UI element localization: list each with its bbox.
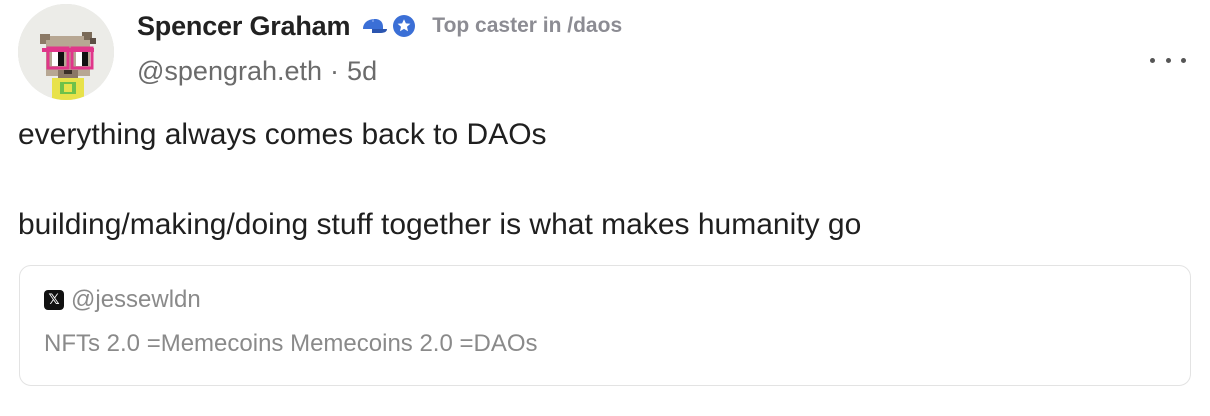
embed-header: 𝕏 @jessewldn: [44, 286, 201, 314]
post-header: Spencer Graham Top caster in /daos: [137, 8, 622, 44]
more-horizontal-icon: [1150, 57, 1155, 63]
cap-icon: [360, 17, 388, 35]
x-logo-icon: 𝕏: [44, 290, 64, 310]
post-text-line: everything always comes back to DAOs: [18, 118, 547, 151]
post-text-line: building/making/doing stuff together is …: [18, 208, 862, 241]
top-caster-badge[interactable]: Top caster in /daos: [432, 14, 622, 38]
post-subheader: @spengrah.eth · 5d: [137, 54, 377, 88]
verified-badge-icon: [392, 14, 416, 38]
embed-handle: @jessewldn: [71, 286, 201, 313]
more-options-button[interactable]: [1150, 48, 1186, 72]
post-timestamp[interactable]: 5d: [347, 56, 377, 87]
separator-dot: ·: [330, 55, 340, 86]
author-name[interactable]: Spencer Graham: [137, 11, 350, 42]
embedded-quote-card[interactable]: 𝕏 @jessewldn NFTs 2.0 =Memecoins Memecoi…: [19, 265, 1191, 386]
author-handle[interactable]: @spengrah.eth: [137, 56, 322, 87]
embed-text: NFTs 2.0 =Memecoins Memecoins 2.0 =DAOs: [44, 330, 538, 357]
author-avatar[interactable]: [18, 4, 114, 100]
pixel-art-avatar-icon: [18, 4, 114, 100]
